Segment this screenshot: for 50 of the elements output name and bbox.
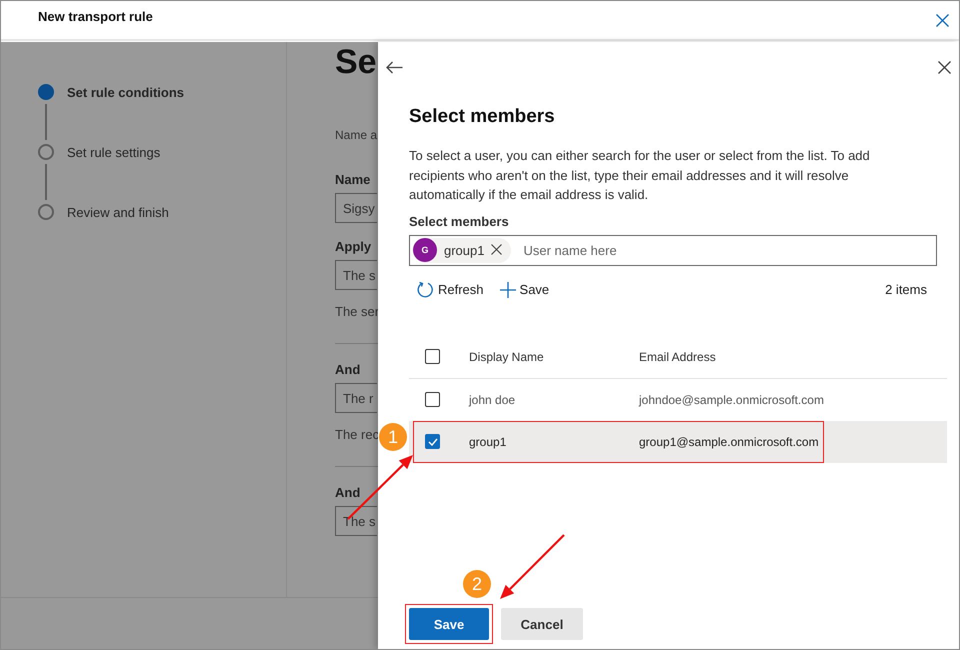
- panel-description: To select a user, you can either search for the user or select from the list. To add recipients who aren't on the list, type their email addresses and it will resolve automatically if the email address is valid.: [409, 147, 871, 204]
- plus-icon: [500, 282, 516, 298]
- window-title: New transport rule: [38, 8, 153, 24]
- member-chip[interactable]: G group1: [413, 238, 512, 262]
- remove-button[interactable]: [491, 244, 504, 256]
- input-field[interactable]: The s: [335, 260, 377, 290]
- table-cell: group1@sample.onmicrosoft.com: [639, 434, 819, 448]
- chip-label: group1: [444, 242, 484, 258]
- field-note: The ser: [335, 304, 380, 319]
- panel-title: Select members: [409, 106, 556, 128]
- column-header[interactable]: Email Address: [639, 350, 947, 364]
- avatar: G: [413, 238, 437, 262]
- table-cell: johndoe@sample.onmicrosoft.com: [639, 392, 824, 406]
- save-button[interactable]: Save: [409, 608, 489, 640]
- step-label[interactable]: Set rule conditions: [67, 84, 184, 100]
- step-label[interactable]: Review and finish: [67, 204, 169, 220]
- field-label: Apply: [335, 239, 372, 254]
- column-header[interactable]: Display Name: [469, 350, 639, 364]
- toolbar-button[interactable]: Refresh: [409, 280, 492, 300]
- row-checkbox[interactable]: [425, 434, 440, 449]
- field-label: Select members: [409, 214, 510, 228]
- close-button[interactable]: [933, 11, 951, 29]
- table-cell: john doe: [469, 392, 516, 406]
- field-label: Name: [335, 172, 370, 187]
- input-field[interactable]: The s: [335, 506, 377, 536]
- step-label[interactable]: Set rule settings: [67, 144, 160, 160]
- field-label: And: [335, 485, 360, 500]
- table-row[interactable]: john doe johndoe@sample.onmicrosoft.com: [409, 378, 947, 420]
- table-cell: group1: [469, 434, 506, 448]
- close-icon: [936, 14, 948, 26]
- field-label: And: [335, 362, 360, 377]
- cancel-button[interactable]: Cancel: [501, 608, 583, 640]
- pointer-arrow: [500, 534, 565, 599]
- table-row[interactable]: group1 group1@sample.onmicrosoft.com: [409, 420, 947, 462]
- toolbar-button[interactable]: Save: [492, 280, 558, 300]
- row-checkbox[interactable]: [425, 392, 440, 407]
- page-heading: Se: [335, 42, 377, 82]
- close-button[interactable]: [935, 58, 953, 76]
- intro-text: Name a: [335, 128, 378, 142]
- item-count: 2 items: [885, 282, 928, 297]
- close-icon: [938, 60, 950, 74]
- checkmark-icon: [428, 438, 438, 446]
- input-field[interactable]: Sigsy: [335, 193, 377, 223]
- refresh-icon: [417, 281, 434, 298]
- input-field[interactable]: The r: [335, 383, 377, 413]
- back-arrow-icon: [386, 60, 402, 74]
- select-all-checkbox[interactable]: [425, 349, 440, 364]
- member-picker-field[interactable]: G group1 User name here: [409, 234, 937, 266]
- field-note: The rec: [335, 427, 380, 442]
- close-icon: [491, 244, 502, 255]
